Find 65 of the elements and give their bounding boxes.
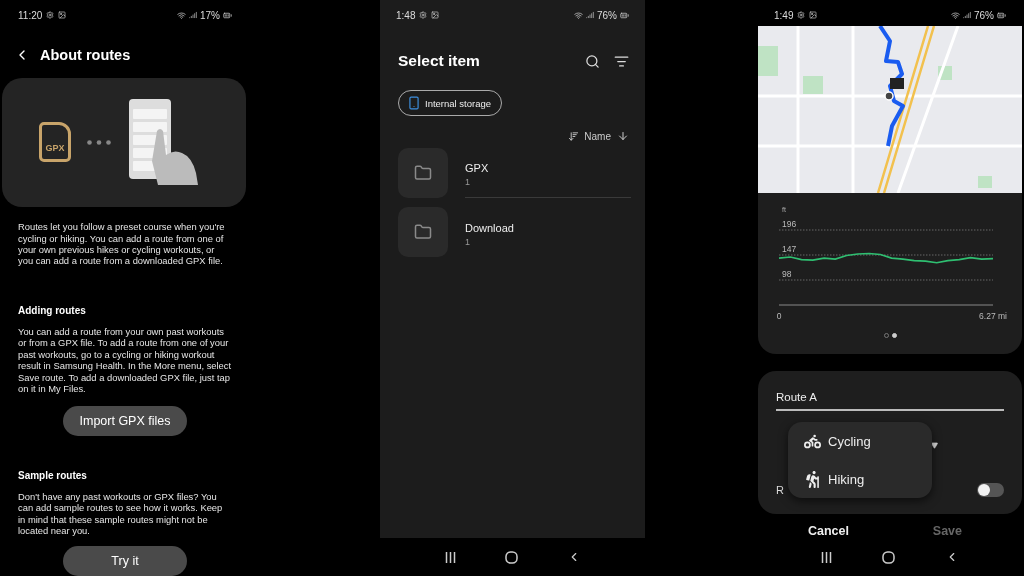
- phone-icon: [407, 96, 421, 110]
- status-time: 11:20: [18, 9, 43, 21]
- y-tick-label: 147: [782, 244, 797, 254]
- battery-icon: [223, 10, 232, 20]
- home-icon[interactable]: [504, 550, 518, 564]
- search-icon[interactable]: [585, 53, 600, 69]
- screen-title: About routes: [40, 46, 131, 63]
- dots-icon: [87, 139, 111, 145]
- gear-icon: [797, 11, 806, 19]
- y-tick-label: 196: [782, 219, 797, 229]
- section-heading: Adding routes: [17, 304, 87, 316]
- folder-item[interactable]: Download 1: [380, 207, 645, 266]
- sort-direction-icon[interactable]: [617, 130, 629, 142]
- gear-icon: [46, 11, 55, 19]
- intro-paragraph: Routes let you follow a preset course when you're cycling or hiking. You can add a route from one of your own previous hikes or cycling workouts, or you can add a route from a downloaded GPX file.: [17, 221, 226, 267]
- setting-label: R: [776, 484, 784, 497]
- battery-percent: 76%: [597, 9, 617, 21]
- section-paragraph: You can add a route from your own past workouts or from a GPX file. To add a route from one of your past workouts, go to a cycling or hiking workout result in Samsung Health. In the More menu, select Save route. To add a downloaded GPX file, just tap on it in My Files.: [17, 325, 233, 395]
- action-button[interactable]: Try it: [63, 546, 187, 576]
- folder-name: GPX: [465, 162, 490, 174]
- y-tick-label: 98: [782, 269, 792, 279]
- x-tick-label: 0: [776, 311, 782, 321]
- folder-icon: [414, 164, 432, 182]
- list-options-icon[interactable]: [614, 53, 629, 69]
- sort-icon: [568, 130, 580, 142]
- dropdown-caret-icon[interactable]: [931, 442, 938, 450]
- page-dot[interactable]: [891, 333, 897, 338]
- hiker-icon: [804, 470, 821, 488]
- menu-item[interactable]: Cycling: [788, 423, 932, 460]
- recent-apps-icon[interactable]: [444, 551, 456, 563]
- sort-button[interactable]: Name: [568, 130, 611, 142]
- battery-percent: 17%: [200, 9, 220, 21]
- picture-icon: [809, 11, 818, 19]
- wifi-icon: [177, 10, 186, 20]
- picture-icon: [58, 11, 67, 19]
- route-name-field[interactable]: Route A: [776, 389, 1004, 412]
- x-tick-label: 6.27 mi: [979, 311, 1007, 321]
- signal-icon: [586, 11, 594, 19]
- battery-icon: [620, 10, 629, 20]
- folder-icon: [414, 223, 432, 241]
- signal-icon: [963, 11, 971, 19]
- picture-icon: [431, 11, 440, 19]
- dialog-button[interactable]: Cancel: [807, 524, 849, 539]
- battery-icon: [997, 10, 1006, 20]
- menu-item[interactable]: Hiking: [788, 461, 932, 498]
- wifi-icon: [574, 10, 583, 20]
- bicycle-icon: [804, 432, 821, 450]
- wifi-icon: [951, 10, 960, 20]
- status-time: 1:49: [774, 9, 794, 21]
- folder-count: 1: [465, 177, 471, 187]
- section-heading: Sample routes: [17, 469, 88, 481]
- folder-item[interactable]: GPX 1: [380, 148, 645, 207]
- signal-icon: [189, 11, 197, 19]
- gear-icon: [419, 11, 428, 19]
- section-paragraph: Don't have any past workouts or GPX files? You can add sample routes to see how it works. Keep in mind that these sample routes might not be located near you.: [17, 490, 224, 537]
- folder-name: Download: [465, 221, 515, 234]
- gpx-file-icon: GPX: [39, 122, 71, 163]
- screen-title: Select item: [398, 52, 480, 70]
- home-icon[interactable]: [882, 550, 895, 564]
- folder-count: 1: [465, 236, 471, 247]
- battery-percent: 76%: [974, 9, 994, 21]
- action-button[interactable]: Import GPX files: [63, 406, 187, 436]
- recent-apps-icon[interactable]: [821, 551, 832, 563]
- status-time: 1:48: [396, 9, 416, 21]
- toggle-switch[interactable]: [977, 483, 1004, 498]
